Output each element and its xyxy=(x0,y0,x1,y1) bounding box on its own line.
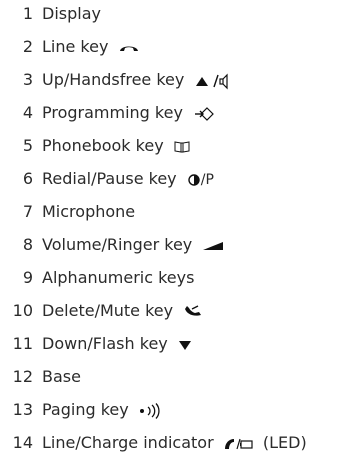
item-label: Line key xyxy=(42,35,139,59)
item-label-text: Alphanumeric keys xyxy=(42,268,195,287)
item-label: Base xyxy=(42,365,81,389)
list-item: 12 Base xyxy=(0,365,338,389)
item-number: 4 xyxy=(22,103,33,122)
item-label-text: Microphone xyxy=(42,202,136,221)
item-label: Volume/Ringer key xyxy=(42,233,224,257)
list-item: 7 Microphone xyxy=(0,200,338,224)
programming-icon xyxy=(193,105,215,123)
item-label-text: Line/Charge indicator xyxy=(42,433,214,452)
item-number: 13 xyxy=(12,400,33,419)
list-item: 13 Paging key xyxy=(0,398,338,422)
down-arrow-icon xyxy=(178,339,192,351)
item-number: 2 xyxy=(22,37,33,56)
item-label: Microphone xyxy=(42,200,135,224)
item-label: Phonebook key xyxy=(42,134,190,158)
item-label: Programming key xyxy=(42,101,215,125)
item-number: 11 xyxy=(12,334,33,353)
list-item: 3 Up/Handsfree key xyxy=(0,68,338,92)
handset-icon xyxy=(119,43,139,53)
list-item: 9 Alphanumeric keys xyxy=(0,266,338,290)
volume-wedge-icon xyxy=(202,241,224,251)
list-item: 2 Line key xyxy=(0,35,338,59)
list-item: 1 Display xyxy=(0,2,338,26)
item-number: 3 xyxy=(22,70,33,89)
list-item: 5 Phonebook key xyxy=(0,134,338,158)
line-charge-icon xyxy=(224,437,254,451)
item-number: 12 xyxy=(12,367,33,386)
list-item: 14 Line/Charge indicator (LED) xyxy=(0,431,338,455)
item-number: 14 xyxy=(12,433,33,452)
item-label-text: Line key xyxy=(42,37,109,56)
list-item: 8 Volume/Ringer key xyxy=(0,233,338,257)
item-number: 8 xyxy=(22,235,33,254)
item-label: Paging key xyxy=(42,398,161,422)
item-label-text: Redial/Pause key xyxy=(42,169,177,188)
item-label-text: Up/Handsfree key xyxy=(42,70,185,89)
paging-icon xyxy=(139,402,161,419)
item-number: 6 xyxy=(22,169,33,188)
item-number: 9 xyxy=(22,268,33,287)
up-arrow-speaker-icon xyxy=(194,72,230,90)
item-label-text: Delete/Mute key xyxy=(42,301,174,320)
redial-pause-icon xyxy=(187,173,201,186)
item-label-text: Programming key xyxy=(42,103,183,122)
item-number: 7 xyxy=(22,202,33,221)
item-number: 5 xyxy=(22,136,33,155)
item-number: 1 xyxy=(22,4,33,23)
item-label-text: Base xyxy=(42,367,81,386)
item-label: Display xyxy=(42,2,101,26)
item-label-text: Paging key xyxy=(42,400,129,419)
book-icon xyxy=(174,140,190,154)
led-suffix: (LED) xyxy=(262,433,307,452)
list-item: 10 Delete/Mute key xyxy=(0,299,338,323)
item-label: Alphanumeric keys xyxy=(42,266,194,290)
item-label-text: Volume/Ringer key xyxy=(42,235,193,254)
item-label: Delete/Mute key xyxy=(42,299,203,323)
item-label: Line/Charge indicator (LED) xyxy=(42,431,307,455)
redial-pause-suffix: /P xyxy=(200,172,214,188)
item-label: Down/Flash key xyxy=(42,332,192,356)
item-number: 10 xyxy=(12,301,33,320)
list-item: 11 Down/Flash key xyxy=(0,332,338,356)
item-label: Redial/Pause key /P xyxy=(42,167,214,192)
item-label-text: Display xyxy=(42,4,101,23)
list-item: 6 Redial/Pause key /P xyxy=(0,167,338,191)
item-label-text: Phonebook key xyxy=(42,136,164,155)
item-label-text: Down/Flash key xyxy=(42,334,168,353)
item-label: Up/Handsfree key xyxy=(42,68,230,92)
mute-icon xyxy=(183,304,203,319)
list-item: 4 Programming key xyxy=(0,101,338,125)
